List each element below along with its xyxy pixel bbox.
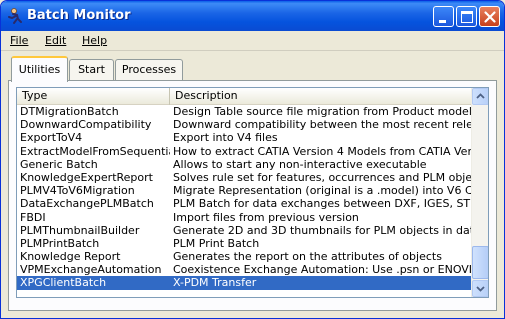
- cell-type: VPMExchangeAutomation: [20, 263, 162, 277]
- minimize-icon: [439, 20, 446, 23]
- scroll-down-button[interactable]: [472, 280, 488, 297]
- table-row[interactable]: KnowledgeExpertReport Solves rule set for…: [17, 171, 472, 184]
- utilities-list[interactable]: Type Description DTMigrationBatch Design …: [16, 87, 489, 298]
- menu-edit[interactable]: Edit: [45, 34, 66, 47]
- menu-bar: File Edit Help: [1, 31, 504, 51]
- cell-type: Knowledge Report: [20, 250, 121, 264]
- column-header-type[interactable]: Type: [17, 88, 170, 105]
- column-header-description[interactable]: Description: [170, 88, 472, 105]
- cell-type: XPGClientBatch: [20, 276, 107, 290]
- table-row[interactable]: ExtractModelFromSequential How to extract…: [17, 145, 472, 158]
- cell-type: PLMPrintBatch: [20, 236, 100, 250]
- tab-utilities-label: Utilities: [18, 63, 61, 76]
- cell-description: PLM Batch for data exchanges between DXF…: [173, 197, 471, 211]
- list-header: Type Description: [17, 88, 472, 105]
- cell-description: X-PDM Transfer: [173, 276, 257, 290]
- vertical-scrollbar[interactable]: [471, 88, 488, 297]
- window-title: Batch Monitor: [27, 8, 131, 23]
- menu-help-label: Help: [82, 34, 108, 47]
- table-row[interactable]: FBDI Import files from previous version: [17, 211, 472, 224]
- scroll-thumb[interactable]: [472, 246, 488, 279]
- table-row[interactable]: Knowledge Report Generates the report on …: [17, 250, 472, 263]
- tab-processes-label: Processes: [121, 63, 177, 76]
- cell-type: DTMigrationBatch: [20, 105, 119, 118]
- minimize-button[interactable]: [433, 6, 454, 27]
- table-row[interactable]: ExportToV4 Export into V4 files: [17, 131, 472, 144]
- batch-monitor-window: Batch Monitor File Edit Help Utilities S…: [0, 0, 505, 319]
- table-row[interactable]: DownwardCompatibility Downward compatibil…: [17, 118, 472, 131]
- chevron-up-icon: [476, 93, 485, 99]
- column-header-type-label: Type: [22, 89, 48, 102]
- cell-type: PLMThumbnailBuilder: [20, 223, 140, 237]
- menu-file[interactable]: File: [10, 34, 28, 47]
- column-header-description-label: Description: [175, 89, 238, 102]
- close-button[interactable]: [479, 6, 500, 27]
- cell-type: KnowledgeExpertReport: [20, 170, 153, 184]
- close-icon: [484, 11, 496, 23]
- table-row[interactable]: Generic Batch Allows to start any non-int…: [17, 158, 472, 171]
- table-row[interactable]: PLMPrintBatch PLM Print Batch: [17, 237, 472, 250]
- tab-start[interactable]: Start: [69, 59, 114, 81]
- menu-edit-label: Edit: [45, 34, 67, 47]
- table-row[interactable]: VPMExchangeAutomation Coexistence Exchang…: [17, 263, 472, 276]
- cell-type: DownwardCompatibility: [20, 118, 152, 132]
- cell-type: PLMV4ToV6Migration: [20, 184, 135, 198]
- cell-description: Design Table source file migration from …: [173, 105, 471, 118]
- menu-help[interactable]: Help: [82, 34, 107, 47]
- tab-utilities[interactable]: Utilities: [11, 56, 68, 82]
- cell-description: Generate 2D and 3D thumbnails for PLM ob…: [173, 223, 471, 237]
- cell-description: Import files from previous version: [173, 210, 359, 224]
- cell-description: Generates the report on the attributes o…: [173, 250, 442, 264]
- table-row[interactable]: DTMigrationBatch Design Table source file…: [17, 105, 472, 118]
- maximize-icon: [461, 11, 473, 23]
- cell-type: DataExchangePLMBatch: [20, 197, 154, 211]
- table-row-selected[interactable]: XPGClientBatch X-PDM Transfer: [17, 276, 472, 290]
- cell-description: Export into V4 files: [173, 131, 278, 145]
- list-rows: DTMigrationBatch Design Table source file…: [17, 105, 472, 290]
- cell-type: ExportToV4: [20, 131, 83, 145]
- title-bar[interactable]: Batch Monitor: [1, 1, 504, 31]
- cell-description: PLM Print Batch: [173, 236, 260, 250]
- table-row[interactable]: PLMThumbnailBuilder Generate 2D and 3D th…: [17, 224, 472, 237]
- cell-description: Migrate Representation (original is a .m…: [173, 184, 471, 198]
- app-icon: [8, 8, 22, 24]
- cell-type: ExtractModelFromSequential: [20, 144, 170, 158]
- cell-type: FBDI: [20, 210, 46, 224]
- menu-file-label: File: [10, 34, 29, 47]
- cell-description: How to extract CATIA Version 4 Models fr…: [173, 144, 471, 158]
- cell-description: Allows to start any non-interactive exec…: [173, 157, 427, 171]
- maximize-button[interactable]: [456, 6, 477, 27]
- chevron-down-icon: [476, 286, 485, 292]
- table-row[interactable]: PLMV4ToV6Migration Migrate Representation…: [17, 184, 472, 197]
- table-row[interactable]: DataExchangePLMBatch PLM Batch for data e…: [17, 197, 472, 210]
- cell-description: Coexistence Exchange Automation: Use .ps…: [173, 263, 471, 277]
- cell-type: Generic Batch: [20, 157, 98, 171]
- cell-description: Solves rule set for features, occurrence…: [173, 170, 471, 184]
- tab-start-label: Start: [78, 63, 105, 76]
- cell-description: Downward compatibility between the most …: [173, 118, 471, 132]
- scroll-up-button[interactable]: [472, 88, 488, 105]
- tab-processes[interactable]: Processes: [115, 59, 183, 81]
